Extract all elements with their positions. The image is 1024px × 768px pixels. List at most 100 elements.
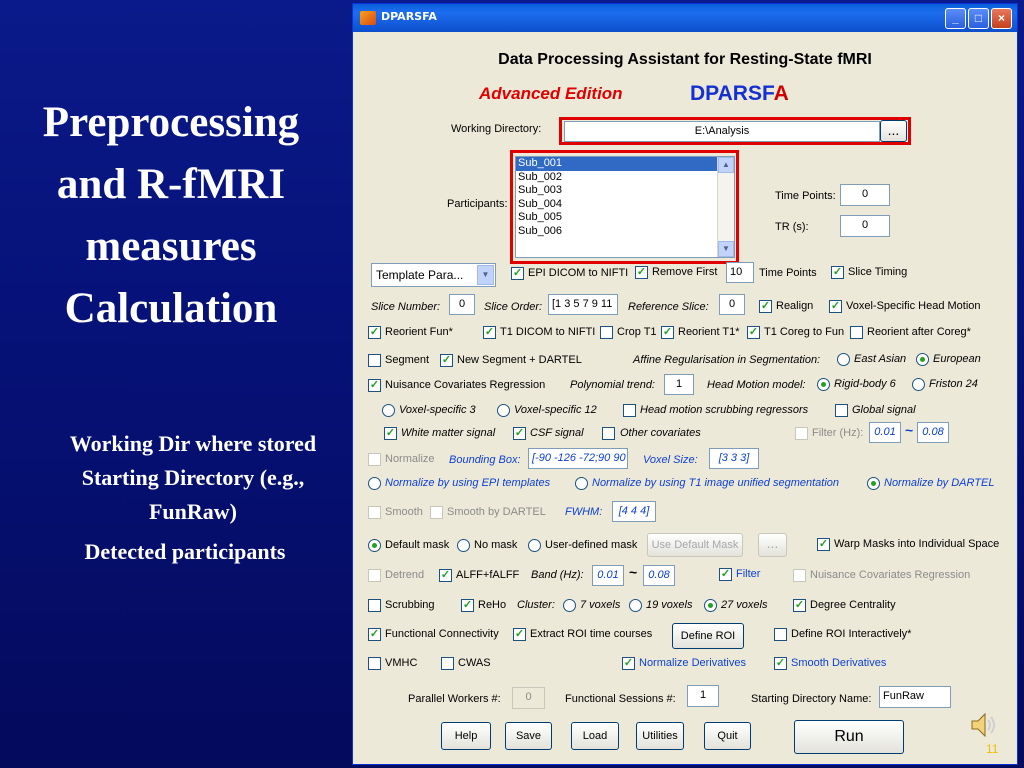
no-mask-radio[interactable] bbox=[457, 539, 470, 552]
chevron-down-icon[interactable]: ▼ bbox=[477, 265, 494, 285]
smooth-dartel-checkbox[interactable] bbox=[430, 506, 443, 519]
list-item[interactable]: Sub_006 bbox=[516, 225, 734, 239]
quit-button[interactable]: Quit bbox=[704, 722, 751, 750]
scrubbing-checkbox[interactable] bbox=[368, 599, 381, 612]
new-segment-checkbox[interactable]: ✓ bbox=[440, 354, 453, 367]
vmhc-checkbox[interactable] bbox=[368, 657, 381, 670]
scrubbing-label: Scrubbing bbox=[385, 599, 435, 611]
segment-checkbox[interactable] bbox=[368, 354, 381, 367]
csf-checkbox[interactable]: ✓ bbox=[513, 427, 526, 440]
reorient-after-checkbox[interactable] bbox=[850, 326, 863, 339]
warp-masks-checkbox[interactable]: ✓ bbox=[817, 538, 830, 551]
list-item[interactable]: Sub_001 bbox=[516, 157, 734, 171]
epi-dicom-checkbox[interactable]: ✓ bbox=[511, 267, 524, 280]
remove-first-checkbox[interactable]: ✓ bbox=[635, 266, 648, 279]
define-roi-interactive-checkbox[interactable] bbox=[774, 628, 787, 641]
list-scrollbar[interactable]: ▲ ▼ bbox=[717, 157, 734, 257]
smooth-checkbox[interactable] bbox=[368, 506, 381, 519]
sessions-input[interactable]: 1 bbox=[687, 685, 719, 707]
fwhm-input[interactable]: [4 4 4] bbox=[612, 501, 656, 522]
list-item[interactable]: Sub_002 bbox=[516, 171, 734, 185]
mask-browse-button[interactable]: ... bbox=[758, 533, 787, 557]
working-dir-browse-button[interactable]: ... bbox=[880, 120, 907, 142]
minimize-button[interactable]: _ bbox=[945, 8, 966, 29]
cluster-7-radio[interactable] bbox=[563, 599, 576, 612]
t1-dicom-checkbox[interactable]: ✓ bbox=[483, 326, 496, 339]
save-button[interactable]: Save bbox=[505, 722, 552, 750]
slice-order-input[interactable]: [1 3 5 7 9 11 bbox=[548, 294, 618, 315]
time-points-input[interactable]: 0 bbox=[840, 184, 890, 206]
norm-deriv-checkbox[interactable]: ✓ bbox=[622, 657, 635, 670]
norm-dartel-radio[interactable] bbox=[867, 477, 880, 490]
scrub-reg-checkbox[interactable] bbox=[623, 404, 636, 417]
band-low-input[interactable]: 0.01 bbox=[592, 565, 624, 586]
remove-first-input[interactable]: 10 bbox=[726, 262, 754, 283]
start-dir-input[interactable]: FunRaw bbox=[879, 686, 951, 708]
voxel12-radio[interactable] bbox=[497, 404, 510, 417]
crop-t1-checkbox[interactable] bbox=[600, 326, 613, 339]
bbox-input[interactable]: [-90 -126 -72;90 90 bbox=[528, 448, 628, 469]
fc-checkbox[interactable]: ✓ bbox=[368, 628, 381, 641]
east-asian-radio[interactable] bbox=[837, 353, 850, 366]
european-radio[interactable] bbox=[916, 353, 929, 366]
global-signal-checkbox[interactable] bbox=[835, 404, 848, 417]
poly-trend-input[interactable]: 1 bbox=[664, 374, 694, 395]
alff-checkbox[interactable]: ✓ bbox=[439, 569, 452, 582]
reference-slice-input[interactable]: 0 bbox=[719, 294, 745, 315]
filter-checkbox[interactable]: ✓ bbox=[719, 568, 732, 581]
tr-input[interactable]: 0 bbox=[840, 215, 890, 237]
band-high-input[interactable]: 0.08 bbox=[643, 565, 675, 586]
list-item[interactable]: Sub_005 bbox=[516, 211, 734, 225]
norm-t1-radio[interactable] bbox=[575, 477, 588, 490]
realign-checkbox[interactable]: ✓ bbox=[759, 300, 772, 313]
degree-checkbox[interactable]: ✓ bbox=[793, 599, 806, 612]
close-button[interactable]: × bbox=[991, 8, 1012, 29]
reorient-t1-checkbox[interactable]: ✓ bbox=[661, 326, 674, 339]
run-button[interactable]: Run bbox=[794, 720, 904, 754]
define-roi-button[interactable]: Define ROI bbox=[672, 623, 744, 649]
template-select[interactable]: Template Para... ▼ bbox=[371, 263, 496, 287]
utilities-button[interactable]: Utilities bbox=[636, 722, 684, 750]
speaker-icon[interactable] bbox=[968, 710, 998, 740]
working-dir-input[interactable]: E:\Analysis bbox=[564, 121, 880, 142]
scroll-up-icon[interactable]: ▲ bbox=[718, 157, 734, 173]
rigid-body-radio[interactable] bbox=[817, 378, 830, 391]
normalize-checkbox[interactable] bbox=[368, 453, 381, 466]
default-mask-radio[interactable] bbox=[368, 539, 381, 552]
detrend-checkbox[interactable] bbox=[368, 569, 381, 582]
smooth-deriv-checkbox[interactable]: ✓ bbox=[774, 657, 787, 670]
voxel-size-input[interactable]: [3 3 3] bbox=[709, 448, 759, 469]
nuisance-checkbox[interactable]: ✓ bbox=[368, 379, 381, 392]
default-mask-label: Default mask bbox=[385, 539, 450, 551]
load-button[interactable]: Load bbox=[571, 722, 619, 750]
other-cov-checkbox[interactable] bbox=[602, 427, 615, 440]
nuisance-post-checkbox[interactable] bbox=[793, 569, 806, 582]
norm-epi-radio[interactable] bbox=[368, 477, 381, 490]
participants-list[interactable]: Sub_001 Sub_002 Sub_003 Sub_004 Sub_005 … bbox=[515, 156, 735, 258]
help-button[interactable]: Help bbox=[441, 722, 491, 750]
cluster-27-radio[interactable] bbox=[704, 599, 717, 612]
cwas-checkbox[interactable] bbox=[441, 657, 454, 670]
filter-low-input[interactable]: 0.01 bbox=[869, 422, 901, 443]
list-item[interactable]: Sub_003 bbox=[516, 184, 734, 198]
t1-coreg-checkbox[interactable]: ✓ bbox=[747, 326, 760, 339]
maximize-button[interactable]: □ bbox=[968, 8, 989, 29]
window-titlebar[interactable]: DPARSFA _ □ × bbox=[353, 4, 1017, 32]
slice-timing-checkbox[interactable]: ✓ bbox=[831, 266, 844, 279]
slice-number-input[interactable]: 0 bbox=[449, 294, 475, 315]
extract-roi-checkbox[interactable]: ✓ bbox=[513, 628, 526, 641]
parallel-input[interactable]: 0 bbox=[512, 687, 545, 709]
user-mask-radio[interactable] bbox=[528, 539, 541, 552]
filter-hz-checkbox[interactable] bbox=[795, 427, 808, 440]
list-item[interactable]: Sub_004 bbox=[516, 198, 734, 212]
wm-checkbox[interactable]: ✓ bbox=[384, 427, 397, 440]
scroll-down-icon[interactable]: ▼ bbox=[718, 241, 734, 257]
reho-checkbox[interactable]: ✓ bbox=[461, 599, 474, 612]
voxel-hm-checkbox[interactable]: ✓ bbox=[829, 300, 842, 313]
reorient-fun-checkbox[interactable]: ✓ bbox=[368, 326, 381, 339]
filter-high-input[interactable]: 0.08 bbox=[917, 422, 949, 443]
use-default-mask-button[interactable]: Use Default Mask bbox=[647, 533, 743, 557]
cluster-19-radio[interactable] bbox=[629, 599, 642, 612]
voxel3-radio[interactable] bbox=[382, 404, 395, 417]
friston-radio[interactable] bbox=[912, 378, 925, 391]
